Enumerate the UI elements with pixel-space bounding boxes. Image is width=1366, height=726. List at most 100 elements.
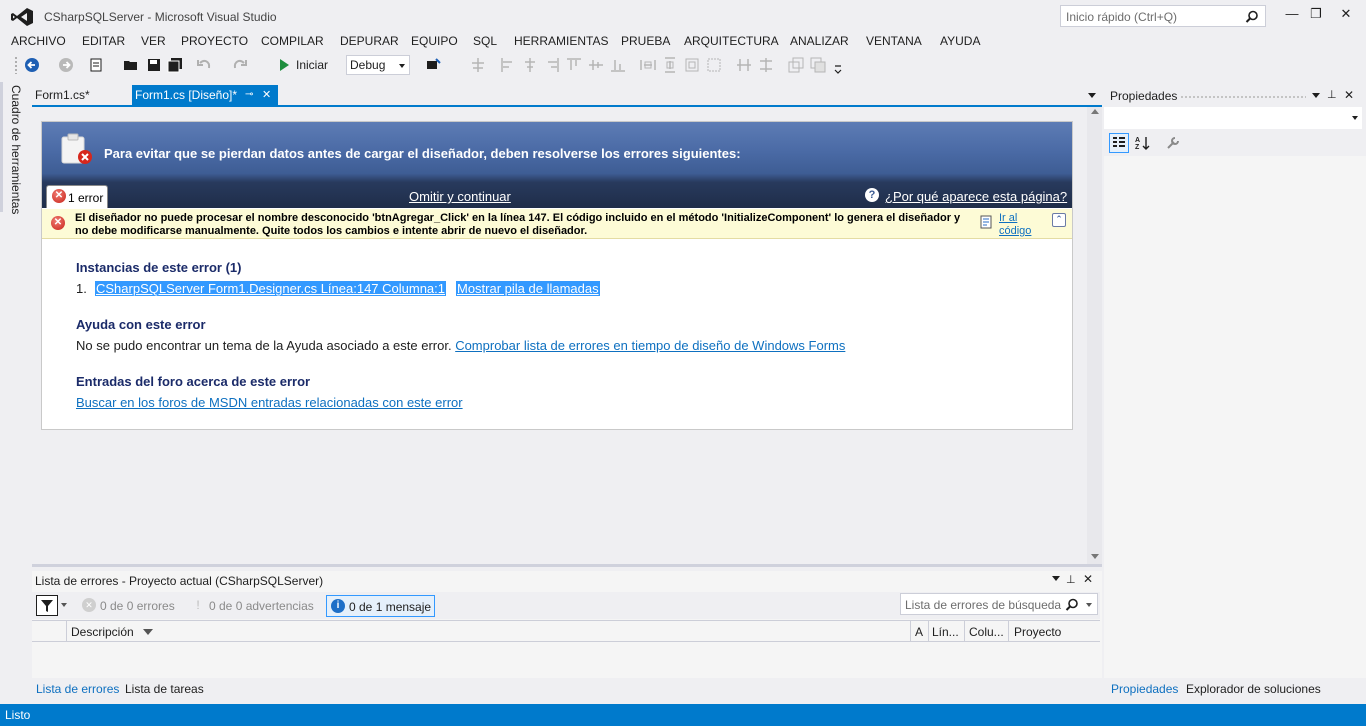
horizontal-spacing-icon[interactable] <box>736 57 752 73</box>
size-to-grid-icon[interactable] <box>706 57 722 73</box>
why-this-page-link[interactable]: ¿Por qué aparece esta página? <box>885 189 1067 204</box>
collapse-icon[interactable]: ⌃ <box>1052 213 1066 227</box>
close-panel-icon[interactable]: ✕ <box>1083 572 1093 586</box>
properties-grid <box>1104 156 1366 678</box>
align-centers-icon[interactable] <box>522 57 538 73</box>
menu-herramientas[interactable]: HERRAMIENTAS <box>514 34 608 48</box>
error-list-header: Descripción A Lín... Colu... Proyecto <box>32 620 1100 642</box>
save-all-icon[interactable] <box>167 57 183 73</box>
pin-icon[interactable]: ⊥ <box>1327 88 1337 101</box>
menu-ventana[interactable]: VENTANA <box>866 34 922 48</box>
open-file-icon[interactable] <box>123 57 139 73</box>
menu-ver[interactable]: VER <box>141 34 166 48</box>
undo-icon[interactable] <box>196 57 212 73</box>
panel-menu-icon[interactable] <box>1052 576 1060 581</box>
msdn-forum-link[interactable]: Buscar en los foros de MSDN entradas rel… <box>76 395 463 410</box>
make-same-width-icon[interactable] <box>640 57 656 73</box>
menu-analizar[interactable]: ANALIZAR <box>790 34 849 48</box>
window-title: CSharpSQLServer - Microsoft Visual Studi… <box>44 10 277 24</box>
menu-archivo[interactable]: ARCHIVO <box>11 34 66 48</box>
instance-location-link[interactable]: CSharpSQLServer Form1.Designer.cs Línea:… <box>95 281 447 296</box>
properties-object-select[interactable] <box>1104 107 1362 129</box>
error-list-search[interactable]: Lista de errores de búsqueda <box>900 593 1098 615</box>
tab-error-list[interactable]: Lista de errores <box>36 682 119 696</box>
toolbar-overflow-icon[interactable] <box>830 60 846 76</box>
categorized-button[interactable] <box>1109 133 1129 153</box>
omit-and-continue-link[interactable]: Omitir y continuar <box>409 189 511 204</box>
tab-form1-cs[interactable]: Form1.cs* <box>34 85 96 106</box>
save-icon[interactable] <box>146 57 162 73</box>
column-line[interactable]: Lín... <box>932 625 959 639</box>
toolbox-side-tab[interactable]: Cuadro de herramientas <box>0 82 32 702</box>
show-call-stack-link[interactable]: Mostrar pila de llamadas <box>456 281 600 296</box>
column-description[interactable]: Descripción <box>71 625 134 639</box>
help-text: No se pudo encontrar un tema de la Ayuda… <box>76 338 452 353</box>
toolbar-grip[interactable] <box>14 56 18 74</box>
errors-filter-button[interactable]: ✕ 0 de 0 errores <box>82 595 177 616</box>
navigate-back-icon[interactable] <box>24 57 40 73</box>
vertical-scrollbar[interactable] <box>1087 107 1102 564</box>
scroll-down-icon[interactable] <box>1091 554 1099 559</box>
menu-arquitectura[interactable]: ARQUITECTURA <box>684 34 779 48</box>
make-same-height-icon[interactable] <box>662 57 678 73</box>
new-project-icon[interactable] <box>88 57 104 73</box>
menu-sql[interactable]: SQL <box>473 34 497 48</box>
menu-compilar[interactable]: COMPILAR <box>261 34 324 48</box>
pin-icon[interactable]: ⊸ <box>245 89 253 100</box>
send-to-back-icon[interactable] <box>810 57 826 73</box>
panel-splitter[interactable] <box>32 564 1102 571</box>
error-list-body <box>32 643 1100 678</box>
tab-dropdown-icon[interactable] <box>1088 93 1096 98</box>
tab-form1-design[interactable]: Form1.cs [Diseño]* ⊸ ✕ <box>132 85 278 106</box>
close-button[interactable]: ✕ <box>1334 4 1358 24</box>
tab-properties[interactable]: Propiedades <box>1111 682 1178 696</box>
menu-ayuda[interactable]: AYUDA <box>940 34 980 48</box>
column-project[interactable]: Proyecto <box>1014 625 1061 639</box>
panel-menu-icon[interactable] <box>1312 93 1320 98</box>
filter-dropdown-icon[interactable] <box>61 603 67 607</box>
align-grid-icon[interactable] <box>470 57 486 73</box>
error-count-tab[interactable]: ✕ 1 error <box>46 185 108 208</box>
document-tab-strip: Form1.cs* Form1.cs [Diseño]* ⊸ ✕ <box>32 85 1102 106</box>
menu-equipo[interactable]: EQUIPO <box>411 34 458 48</box>
windows-forms-errors-link[interactable]: Comprobar lista de errores en tiempo de … <box>455 338 845 353</box>
make-same-size-icon[interactable] <box>684 57 700 73</box>
quick-launch-box[interactable]: Inicio rápido (Ctrl+Q) <box>1060 5 1266 27</box>
solution-configuration-select[interactable]: Debug <box>346 55 410 75</box>
menu-prueba[interactable]: PRUEBA <box>621 34 670 48</box>
menu-proyecto[interactable]: PROYECTO <box>181 34 248 48</box>
tab-label: Form1.cs* <box>35 88 90 102</box>
navigate-forward-icon[interactable] <box>58 57 74 73</box>
property-pages-icon[interactable] <box>1166 136 1180 150</box>
align-bottoms-icon[interactable] <box>610 57 626 73</box>
tab-task-list[interactable]: Lista de tareas <box>125 682 204 696</box>
close-tab-icon[interactable]: ✕ <box>262 88 271 101</box>
menu-editar[interactable]: EDITAR <box>82 34 125 48</box>
column-column[interactable]: Colu... <box>969 625 1004 639</box>
vertical-spacing-icon[interactable] <box>758 57 774 73</box>
align-rights-icon[interactable] <box>544 57 560 73</box>
go-to-code-link[interactable]: Ir al código <box>999 212 1047 238</box>
menu-depurar[interactable]: DEPURAR <box>340 34 399 48</box>
align-lefts-icon[interactable] <box>500 57 516 73</box>
column-file[interactable]: A <box>915 625 923 639</box>
search-options-icon[interactable] <box>1086 603 1092 607</box>
alphabetical-icon[interactable]: AZ <box>1135 136 1151 150</box>
pin-icon[interactable]: ⊥ <box>1066 573 1076 586</box>
warnings-filter-button[interactable]: ! 0 de 0 advertencias <box>191 595 319 616</box>
bring-to-front-icon[interactable] <box>788 57 804 73</box>
minimize-button[interactable]: — <box>1280 4 1304 24</box>
maximize-button[interactable]: ❐ <box>1304 4 1328 24</box>
close-panel-icon[interactable]: ✕ <box>1344 88 1354 102</box>
redo-icon[interactable] <box>232 57 248 73</box>
search-icon <box>1065 598 1078 611</box>
find-in-files-icon[interactable] <box>426 57 442 73</box>
tab-solution-explorer[interactable]: Explorador de soluciones <box>1186 682 1321 696</box>
filter-button[interactable] <box>36 595 58 616</box>
align-middles-icon[interactable] <box>588 57 604 73</box>
instance-location-text: CSharpSQLServer Form1.Designer.cs Línea:… <box>95 281 447 296</box>
help-line: No se pudo encontrar un tema de la Ayuda… <box>76 338 845 353</box>
align-tops-icon[interactable] <box>566 57 582 73</box>
scroll-up-icon[interactable] <box>1091 109 1099 114</box>
messages-filter-button[interactable]: i 0 de 1 mensaje <box>326 595 435 617</box>
